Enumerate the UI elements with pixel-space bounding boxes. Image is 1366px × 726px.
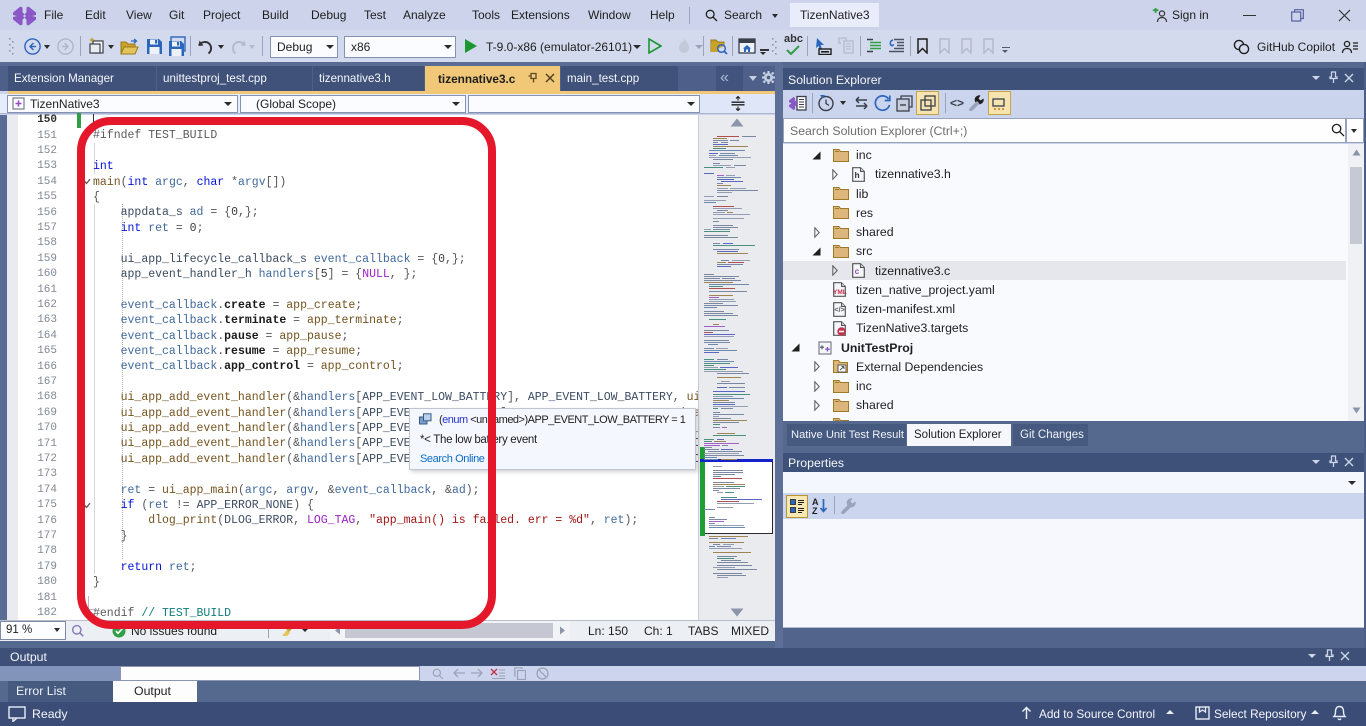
svg-text:Z: Z bbox=[812, 506, 818, 515]
